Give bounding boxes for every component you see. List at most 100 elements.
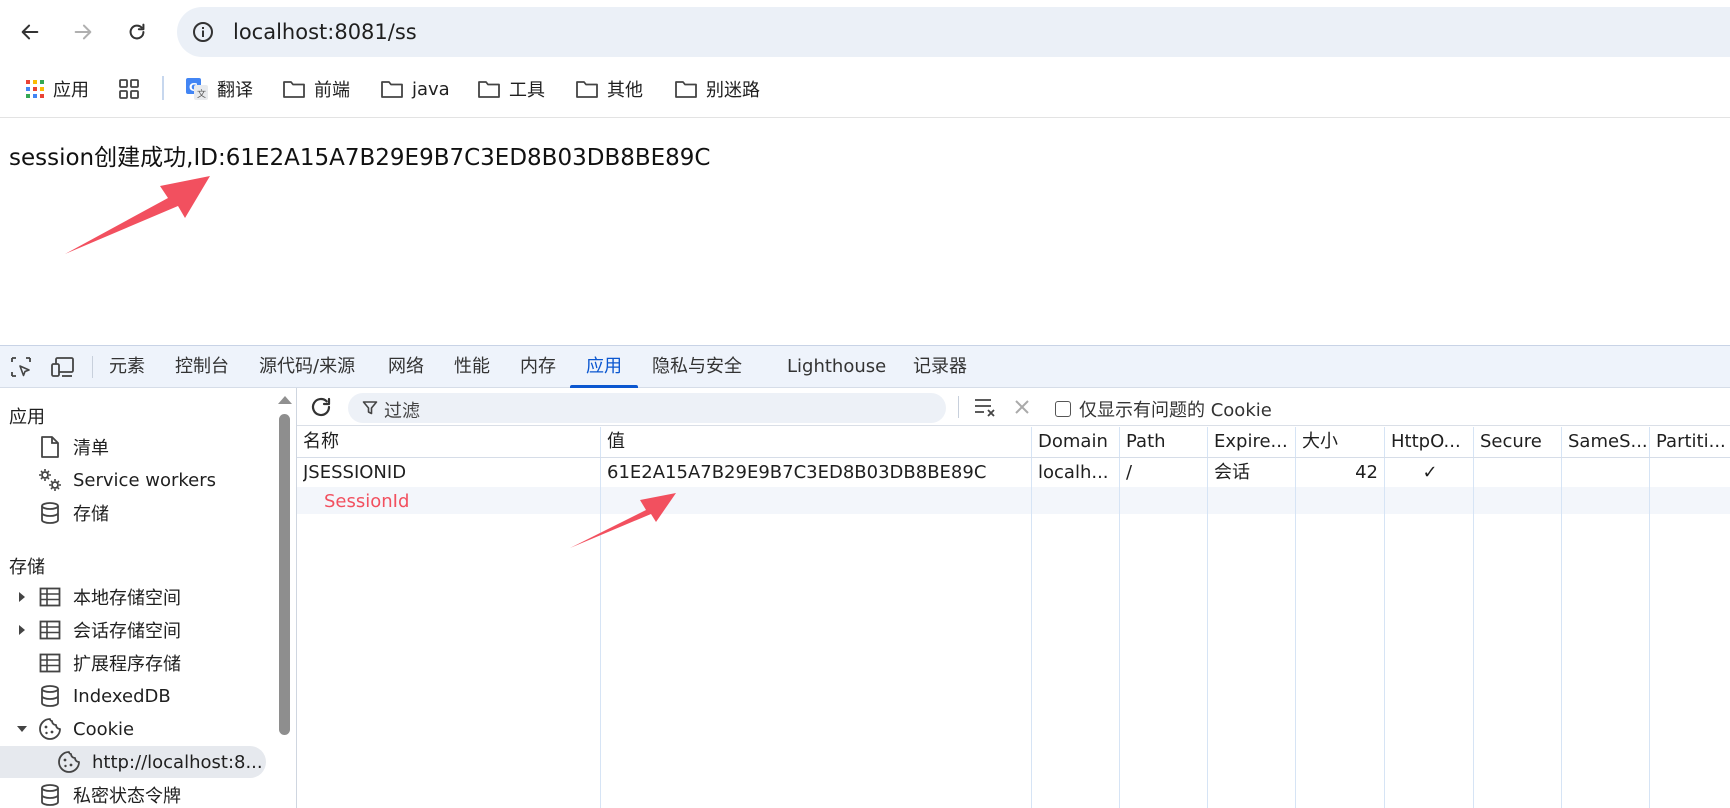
column-divider[interactable]	[1295, 427, 1296, 808]
column-divider[interactable]	[1207, 427, 1208, 808]
column-divider[interactable]	[1119, 427, 1120, 808]
tab-elements[interactable]: 元素	[109, 346, 145, 388]
annotation-sessionid-label: SessionId	[324, 491, 410, 512]
sidebar-item-label: 扩展程序存储	[73, 654, 181, 675]
sidebar-item-label: Service workers	[73, 469, 217, 491]
bookmark-tab-groups[interactable]	[118, 74, 148, 104]
column-header-domain[interactable]: Domain	[1038, 427, 1116, 457]
cookie-cell-value[interactable]: 61E2A15A7B29E9B7C3ED8B03DB8BE89C	[607, 458, 1027, 487]
sidebar-item-local-storage[interactable]: 本地存储空间	[37, 581, 181, 613]
column-header-samesite[interactable]: SameS...	[1568, 427, 1646, 457]
column-header-size[interactable]: 大小	[1302, 427, 1380, 457]
column-header-partition[interactable]: Partiti...	[1656, 427, 1728, 457]
cookie-cell-partition[interactable]	[1656, 458, 1728, 487]
reload-icon	[129, 23, 145, 40]
column-divider[interactable]	[1384, 427, 1385, 808]
expand-arrow-icon[interactable]	[16, 614, 28, 646]
bookmark-folder-other[interactable]: 其他	[575, 74, 643, 104]
column-header-httponly[interactable]: HttpO...	[1391, 427, 1469, 457]
refresh-icon[interactable]	[309, 395, 333, 423]
arrow-right-icon	[74, 24, 92, 40]
checkbox-box[interactable]	[1055, 401, 1071, 417]
device-toolbar-icon[interactable]	[50, 355, 76, 383]
tab-recorder[interactable]: 记录器	[913, 346, 967, 388]
bookmark-label: 前端	[314, 80, 350, 101]
column-divider[interactable]	[1473, 427, 1474, 808]
column-divider[interactable]	[1561, 427, 1562, 808]
tab-memory[interactable]: 内存	[520, 346, 556, 388]
annotation-arrow-top	[65, 176, 210, 254]
tab-privacy-security[interactable]: 隐私与安全	[652, 346, 742, 388]
bookmark-folder-frontend[interactable]: 前端	[282, 74, 350, 104]
reload-button[interactable]	[119, 14, 155, 50]
cookie-filter-input[interactable]: 过滤	[348, 393, 946, 423]
cookie-cell-httponly[interactable]: ✓	[1391, 458, 1469, 487]
address-bar[interactable]: localhost:8081/ss	[177, 7, 1730, 57]
delete-selected-icon[interactable]	[1013, 398, 1031, 420]
address-url[interactable]: localhost:8081/ss	[233, 20, 417, 44]
column-header-name[interactable]: 名称	[303, 427, 593, 457]
folder-icon	[675, 81, 697, 98]
column-header-path[interactable]: Path	[1126, 427, 1204, 457]
sidebar-item-label: 清单	[73, 438, 109, 459]
tab-sources[interactable]: 源代码/来源	[259, 346, 355, 388]
tab-network[interactable]: 网络	[388, 346, 424, 388]
cookie-toolbar: 过滤 仅显示有问题的 Cookie	[297, 388, 1730, 426]
table-icon	[37, 650, 63, 676]
clear-filtered-cookies-icon[interactable]	[973, 396, 999, 422]
column-header-expires[interactable]: Expire...	[1214, 427, 1292, 457]
bookmark-translate[interactable]: G文 翻译	[185, 74, 253, 104]
bookmark-label: 翻译	[217, 80, 253, 101]
sidebar-item-extension-storage[interactable]: 扩展程序存储	[37, 647, 181, 679]
tab-lighthouse[interactable]: Lighthouse	[787, 346, 886, 388]
svg-text:文: 文	[197, 88, 206, 100]
application-sidebar: 应用 清单 Service workers 存储 存储 本地存储空间 会话存储空…	[0, 388, 274, 808]
bookmarks-bar: 应用 G文 翻译 前端 java 工具 其他 别迷路	[0, 68, 1730, 110]
sidebar-item-label: 会话存储空间	[73, 621, 181, 642]
forward-button[interactable]	[65, 14, 101, 50]
cookie-table: 名称 值 Domain Path Expire... 大小 HttpO... S…	[297, 427, 1730, 808]
sidebar-item-label: IndexedDB	[73, 685, 171, 707]
tab-application[interactable]: 应用	[570, 346, 638, 388]
tab-performance[interactable]: 性能	[454, 346, 490, 388]
sidebar-scrollbar-thumb[interactable]	[279, 414, 290, 735]
bookmark-folder-dont-get-lost[interactable]: 别迷路	[674, 74, 760, 104]
sidebar-item-session-storage[interactable]: 会话存储空间	[37, 614, 181, 646]
cookie-cell-domain[interactable]: localh...	[1038, 458, 1116, 487]
sidebar-item-storage-overview[interactable]: 存储	[37, 497, 109, 529]
sidebar-item-manifest[interactable]: 清单	[37, 431, 109, 463]
bookmark-folder-java[interactable]: java	[380, 74, 450, 104]
sidebar-section-storage: 存储	[9, 557, 45, 578]
bookmark-apps[interactable]: 应用	[25, 74, 89, 104]
sidebar-item-label: http://localhost:8...	[92, 751, 263, 773]
only-issues-checkbox[interactable]: 仅显示有问题的 Cookie	[1055, 396, 1272, 422]
bookmark-folder-tools[interactable]: 工具	[477, 74, 545, 104]
sidebar-item-cookies[interactable]: Cookie	[37, 713, 134, 745]
column-header-secure[interactable]: Secure	[1480, 427, 1558, 457]
site-info-icon[interactable]	[191, 20, 215, 48]
devtools-tabbar: 元素 控制台 源代码/来源 网络 性能 内存 应用 隐私与安全 Lighthou…	[0, 346, 1730, 388]
cookie-cell-size[interactable]: 42	[1302, 458, 1378, 487]
cookie-cell-expires[interactable]: 会话	[1214, 458, 1292, 487]
expand-arrow-icon[interactable]	[16, 581, 28, 613]
collapse-arrow-icon[interactable]	[16, 713, 28, 745]
gears-icon	[37, 467, 63, 493]
sidebar-item-service-workers[interactable]: Service workers	[37, 464, 216, 496]
column-divider[interactable]	[1031, 427, 1032, 808]
inspect-element-icon[interactable]	[9, 355, 33, 383]
folder-icon	[478, 81, 500, 98]
scroll-up-arrow-icon[interactable]	[278, 396, 292, 404]
tab-console[interactable]: 控制台	[175, 346, 229, 388]
back-button[interactable]	[12, 14, 48, 50]
bookmark-label: 应用	[53, 80, 89, 101]
column-divider[interactable]	[600, 427, 601, 808]
sidebar-item-indexeddb[interactable]: IndexedDB	[37, 680, 171, 712]
cookie-cell-samesite[interactable]	[1568, 458, 1646, 487]
cookie-cell-path[interactable]: /	[1126, 458, 1204, 487]
sidebar-item-cookie-origin[interactable]: http://localhost:8...	[56, 746, 263, 778]
column-header-value[interactable]: 值	[607, 427, 1027, 457]
cookie-cell-secure[interactable]	[1480, 458, 1558, 487]
sidebar-item-private-state-tokens[interactable]: 私密状态令牌	[37, 779, 181, 808]
column-divider[interactable]	[1649, 427, 1650, 808]
cookie-cell-name[interactable]: JSESSIONID	[303, 458, 593, 487]
